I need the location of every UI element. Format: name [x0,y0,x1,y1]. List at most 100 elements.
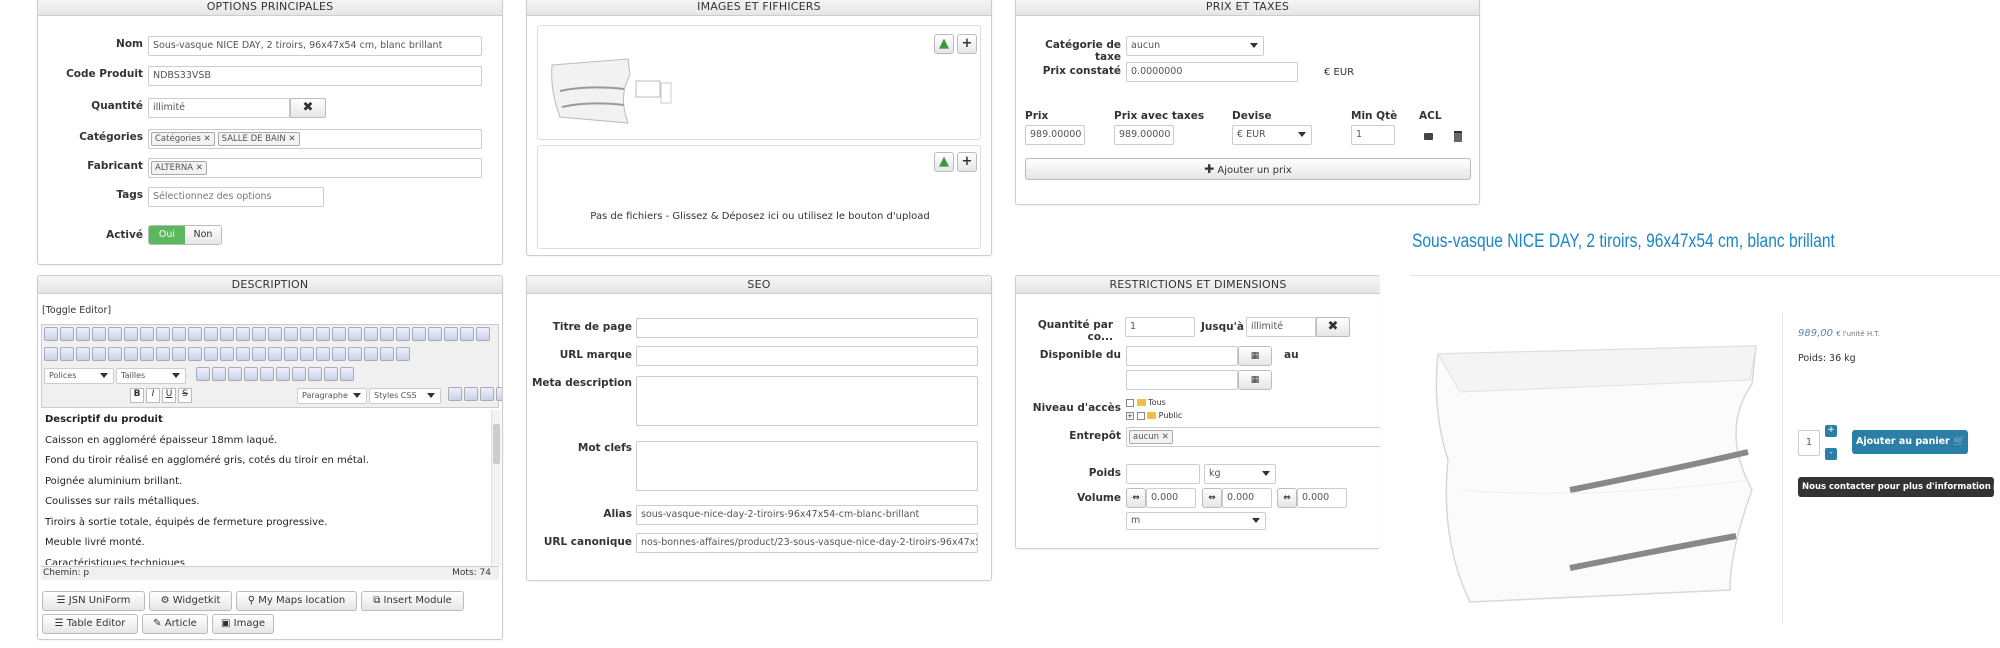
editor-tool-button[interactable] [156,327,170,341]
canonical-input[interactable]: nos-bonnes-affaires/product/23-sous-vasq… [636,533,978,553]
editor-tool-button[interactable] [220,327,234,341]
editor-tool-button[interactable] [276,367,290,381]
add-image-button[interactable]: + [957,34,977,54]
editor-tool-button[interactable] [60,347,74,361]
volume-z-input[interactable]: 0.000 [1297,488,1347,508]
editor-tool-button[interactable] [124,327,138,341]
editor-tool-button[interactable] [220,347,234,361]
editor-tool-button[interactable] [444,327,458,341]
volume-y-input[interactable]: 0.000 [1222,488,1272,508]
editor-tool-button[interactable] [156,347,170,361]
editor-tool-button[interactable] [44,327,58,341]
prix-taxes-input[interactable]: 989.00000 [1114,125,1174,145]
editor-tool-button[interactable] [300,327,314,341]
bold-button[interactable]: B [130,388,144,403]
editor-tool-button[interactable] [124,347,138,361]
editor-tool-button[interactable] [108,327,122,341]
editor-tool-button[interactable] [480,387,494,401]
editor-tool-button[interactable] [380,347,394,361]
editor-tool-button[interactable] [324,367,338,381]
editor-tool-button[interactable] [260,367,274,381]
add-price-button[interactable]: ✚ Ajouter un prix [1025,158,1471,180]
tags-input[interactable]: Sélectionnez des options [148,187,324,207]
editor-tool-button[interactable] [188,327,202,341]
product-thumbnail[interactable] [548,41,678,131]
format-select[interactable]: Paragraphe [297,388,367,404]
editor-tool-button[interactable] [236,347,250,361]
editor-tool-button[interactable] [252,327,266,341]
editor-tool-button[interactable] [332,327,346,341]
editor-tool-button[interactable] [396,347,410,361]
editor-tool-button[interactable] [316,347,330,361]
image-dropzone[interactable]: ▲ + [537,25,981,140]
editor-tool-button[interactable] [44,347,58,361]
editor-tool-button[interactable] [364,347,378,361]
contact-button[interactable]: Nous contacter pour plus d'information ▶ [1798,477,1994,497]
editor-tool-button[interactable] [268,347,282,361]
code-input[interactable]: NDBS33VSB [148,66,482,86]
alias-input[interactable]: sous-vasque-nice-day-2-tiroirs-96x47x54-… [636,505,978,525]
volume-unit-select[interactable]: m [1126,512,1266,530]
editor-tool-button[interactable] [92,347,106,361]
editor-tool-button[interactable] [140,347,154,361]
editor-tool-button[interactable] [448,387,462,401]
editor-tool-button[interactable] [340,367,354,381]
editor-tool-button[interactable] [380,327,394,341]
category-tag[interactable]: Catégories ✕ [151,132,215,146]
editor-tool-button[interactable] [284,347,298,361]
upload-image-button[interactable]: ▲ [934,34,954,54]
tax-select[interactable]: aucun [1126,36,1264,56]
preview-qty-input[interactable]: 1 [1798,430,1820,456]
access-item-public[interactable]: + Public [1126,409,1182,422]
fabricant-tag[interactable]: ALTERNA ✕ [151,161,207,175]
editor-tool-button[interactable] [228,367,242,381]
editor-tool-button[interactable] [428,327,442,341]
page-title-input[interactable] [636,318,978,338]
meta-textarea[interactable] [636,376,978,426]
fabricant-input[interactable]: ALTERNA ✕ [148,158,482,178]
editor-tool-button[interactable] [244,367,258,381]
product-image[interactable] [1430,340,1770,610]
editor-tool-button[interactable] [348,327,362,341]
widgetkit-button[interactable]: ⚙ Widgetkit [149,591,232,611]
keywords-textarea[interactable] [636,441,978,491]
editor-tool-button[interactable] [188,347,202,361]
font-family-select[interactable]: Polices [44,368,114,384]
entrepot-tag[interactable]: aucun ✕ [1129,430,1173,444]
editor-tool-button[interactable] [140,327,154,341]
insert-module-button[interactable]: ⧉ Insert Module [361,591,464,611]
access-item-tous[interactable]: Tous [1126,396,1182,409]
maps-location-button[interactable]: ⚲ My Maps location [236,591,357,611]
calendar-to-button[interactable]: ▦ [1238,370,1272,390]
strike-button[interactable]: S [178,388,192,403]
editor-tool-button[interactable] [316,327,330,341]
editor-tool-button[interactable] [292,367,306,381]
active-no-button[interactable]: Non [185,226,221,244]
entrepot-input[interactable]: aucun ✕ [1126,427,1380,447]
jusqua-input[interactable]: illimité [1246,317,1316,337]
editor-tool-button[interactable] [476,327,490,341]
active-toggle[interactable]: Oui Non [148,225,222,245]
editor-tool-button[interactable] [460,327,474,341]
editor-tool-button[interactable] [332,347,346,361]
dispo-from-input[interactable] [1126,346,1238,366]
devise-select[interactable]: € EUR [1232,125,1312,145]
qty-plus-button[interactable]: + [1825,425,1837,437]
jsn-uniform-button[interactable]: ☰ JSN UniForm [42,591,145,611]
editor-tool-button[interactable] [60,327,74,341]
file-dropzone[interactable]: ▲ + Pas de fichiers - Glissez & Déposez … [537,145,981,249]
editor-tool-button[interactable] [412,327,426,341]
editor-tool-button[interactable] [496,387,502,401]
editor-tool-button[interactable] [196,367,210,381]
editor-tool-button[interactable] [396,327,410,341]
editor-tool-button[interactable] [172,347,186,361]
nom-input[interactable]: Sous-vasque NICE DAY, 2 tiroirs, 96x47x5… [148,36,482,56]
add-to-cart-button[interactable]: Ajouter au panier 🛒 [1852,430,1968,454]
qty-per-order-input[interactable]: 1 [1125,317,1195,337]
prix-input[interactable]: 989.00000 [1025,125,1085,145]
editor-tool-button[interactable] [464,387,478,401]
editor-tool-button[interactable] [212,367,226,381]
editor-tool-button[interactable] [268,327,282,341]
underline-button[interactable]: U [162,388,176,403]
styles-select[interactable]: Styles CSS [369,388,441,404]
